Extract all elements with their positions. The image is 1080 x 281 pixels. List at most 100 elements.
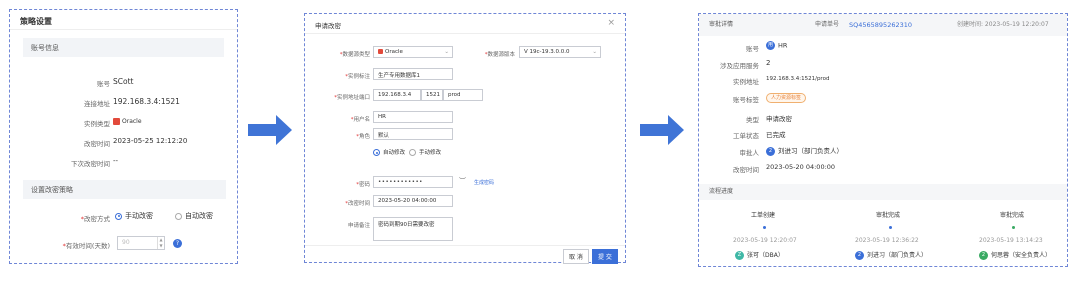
mode-auto-radio[interactable]: 自动改密: [175, 211, 213, 221]
panel-title: 策略设置: [10, 10, 237, 30]
status-value: 已完成: [766, 131, 786, 139]
password-label: *密码: [356, 182, 370, 188]
avatar: 用: [766, 41, 775, 50]
account-value: 用 HR: [766, 41, 788, 50]
oracle-icon: [378, 49, 383, 54]
change-time-input[interactable]: 2023-05-20 04:00:00: [373, 195, 453, 207]
tag-label: 账号标签: [733, 96, 759, 104]
generate-password-link[interactable]: 生成密码: [474, 179, 494, 186]
order-number-link[interactable]: SQ4565895262310: [849, 20, 912, 30]
section-account-info: 账号信息: [23, 38, 224, 57]
change-time-label: 改密时间: [733, 166, 759, 174]
next-modify-value: --: [113, 157, 119, 165]
addr-label: 实例地址: [733, 78, 759, 86]
progress-header: [699, 184, 1067, 200]
ip-input[interactable]: 192.168.3.4: [373, 89, 421, 101]
approver-label: 审批人: [739, 149, 760, 157]
account-label: 账号: [746, 45, 759, 53]
instance-label: *实例标注: [345, 74, 370, 80]
valid-days-label: *有效时间(天数): [62, 242, 110, 250]
step-2-person: 2 刘进习（部门负责人）: [855, 251, 927, 261]
help-icon[interactable]: ?: [173, 239, 182, 248]
order-label: 申请单号: [815, 21, 840, 28]
close-icon[interactable]: ×: [607, 18, 615, 28]
db-version-select[interactable]: V 19c-19.3.0.0.0 ⌄: [519, 46, 601, 58]
instance-input[interactable]: 生产专用数据库1: [373, 68, 453, 80]
step-2-time: 2023-05-19 12:36:22: [855, 237, 919, 244]
note-textarea[interactable]: 密码到期90日需要改密: [373, 217, 453, 241]
instance-type-value: Oracle: [113, 117, 142, 125]
detail-title: 审批详情: [709, 21, 734, 28]
radio-unselected-icon: [175, 212, 182, 220]
service-input[interactable]: prod: [443, 89, 483, 101]
dialog-title: 申请改密: [305, 14, 625, 34]
change-time-value: 2023-05-20 04:00:00: [766, 163, 836, 171]
policy-settings-panel: 策略设置 账号信息 账号 SCott 连接地址 192.168.3.4:1521…: [9, 9, 238, 264]
address-label: *实例地址端口: [334, 95, 370, 101]
avatar: 2: [979, 251, 988, 260]
db-version-label: *数据源版本: [484, 52, 515, 58]
modified-time-value: 2023-05-25 12:12:20: [113, 137, 188, 145]
port-input[interactable]: 1521: [421, 89, 443, 101]
step-3-person: 2 何思蓉（安全负责人）: [979, 251, 1051, 261]
change-time-label: *改密时间: [345, 201, 370, 207]
step-dot: [1012, 226, 1015, 229]
radio-unselected-icon: [409, 149, 416, 156]
address-value: 192.168.3.4:1521: [113, 97, 180, 106]
addr-value: 192.168.3.4:1521/prod: [766, 76, 830, 82]
tag-badge: 人力资源标签: [766, 93, 807, 103]
created-time: 创建时间: 2023-05-19 12:20:07: [957, 21, 1049, 28]
chevron-down-icon: ⌄: [444, 49, 449, 55]
footer-divider: [305, 245, 625, 246]
step-1-person: Z 张可（DBA）: [735, 251, 784, 261]
service-value: 2: [766, 59, 771, 67]
avatar: 2: [766, 146, 775, 156]
section-policy: 设置改密策略: [23, 180, 226, 199]
eye-icon[interactable]: ︶: [459, 176, 466, 186]
step-dot: [889, 226, 892, 229]
radio-selected-icon: [115, 212, 122, 220]
next-modify-label: 下次改密时间: [71, 160, 110, 168]
note-label: 申请备注: [347, 223, 370, 229]
username-label: *用户名: [350, 117, 370, 123]
address-label: 连接地址: [84, 100, 110, 108]
avatar: Z: [735, 251, 744, 260]
radio-selected-icon: [373, 149, 380, 156]
db-type-label: *数据源类型: [339, 52, 370, 58]
mode-manual-radio[interactable]: 手动改密: [115, 211, 153, 221]
arrow-right-icon: [640, 115, 684, 145]
step-dot: [763, 226, 766, 229]
role-label: *角色: [356, 134, 370, 140]
submit-button[interactable]: 提 交: [592, 249, 618, 264]
step-1-title: 工单创建: [751, 212, 776, 219]
db-type-select[interactable]: Oracle ⌄: [373, 46, 453, 58]
progress-title: 流程进度: [709, 188, 734, 195]
step-1-time: 2023-05-19 12:20:07: [733, 237, 797, 244]
service-label: 涉及应用服务: [720, 62, 759, 70]
opt-auto-radio[interactable]: 自动修改: [373, 148, 405, 156]
password-input[interactable]: ••••••••••••: [373, 176, 453, 188]
approval-details-panel: 审批详情 申请单号 SQ4565895262310 创建时间: 2023-05-…: [698, 13, 1068, 267]
account-label: 账号: [97, 80, 110, 88]
mode-label: *改密方式: [80, 215, 110, 223]
role-input[interactable]: 默认: [373, 128, 453, 140]
instance-type-label: 实例类型: [84, 120, 110, 128]
opt-manual-radio[interactable]: 手动修改: [409, 148, 441, 156]
oracle-icon: [113, 117, 120, 125]
username-input[interactable]: HR: [373, 111, 453, 123]
avatar: 2: [855, 251, 864, 260]
stepper-icon[interactable]: ▲ ▼: [157, 237, 164, 249]
arrow-right-icon: [248, 115, 292, 145]
approver-value: 2 刘进习（部门负责人）: [766, 145, 843, 156]
type-value: 申请改密: [766, 115, 792, 123]
apply-password-change-dialog: 申请改密 × *数据源类型 Oracle ⌄ *数据源版本 V 19c-19.3.…: [304, 13, 626, 264]
status-label: 工单状态: [733, 132, 759, 140]
cancel-button[interactable]: 取 消: [563, 249, 589, 264]
type-label: 类型: [746, 116, 759, 124]
step-3-title: 审批完成: [1000, 212, 1025, 219]
modified-time-label: 改密时间: [84, 140, 110, 148]
step-2-title: 审批完成: [876, 212, 901, 219]
account-value: SCott: [113, 77, 134, 86]
step-3-time: 2023-05-19 13:14:23: [979, 237, 1043, 244]
chevron-down-icon: ⌄: [592, 49, 597, 55]
